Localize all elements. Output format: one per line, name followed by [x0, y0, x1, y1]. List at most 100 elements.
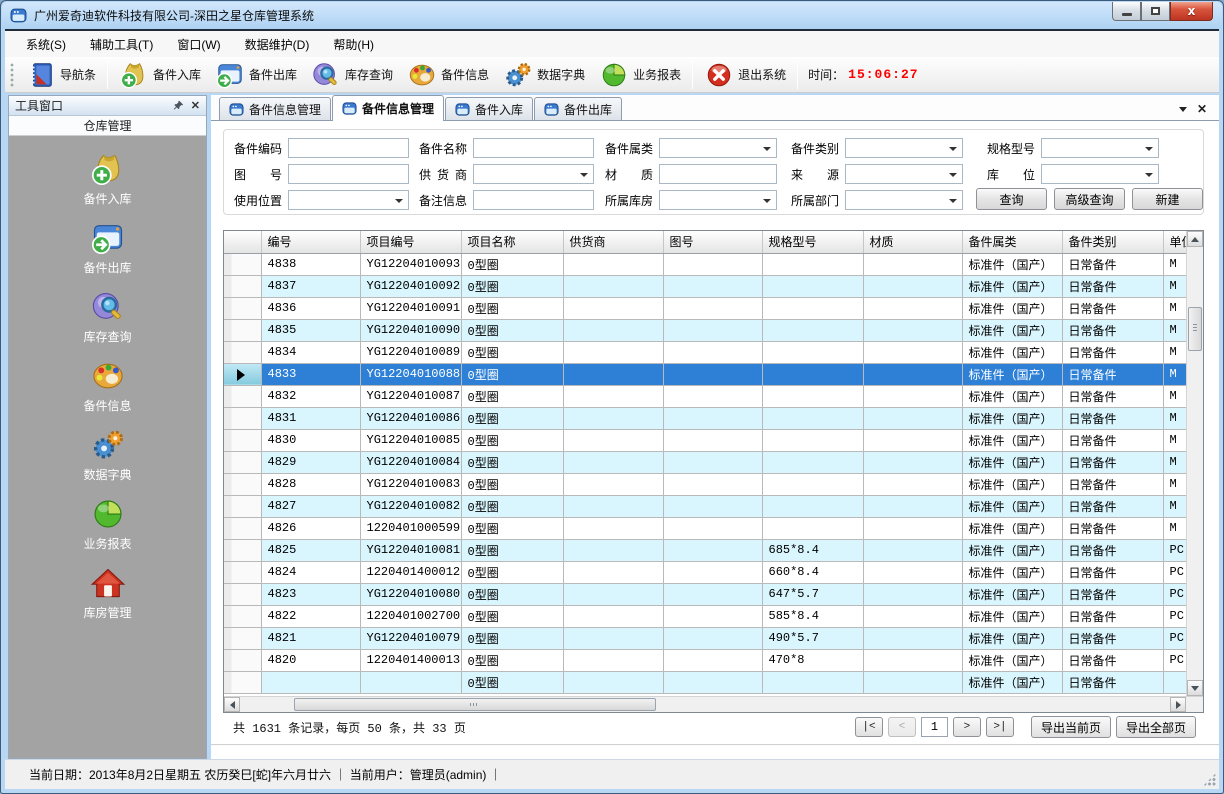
cell-drawing	[663, 605, 762, 627]
tab-3[interactable]: 备件入库	[445, 97, 533, 120]
column-header-drawing[interactable]: 图号	[663, 231, 762, 253]
column-header-name[interactable]: 项目名称	[461, 231, 563, 253]
sidebar-item-business-report[interactable]: 业务报表	[9, 496, 206, 552]
sidebar-item-parts-in[interactable]: 备件入库	[9, 151, 206, 207]
field-3-4-combo[interactable]	[845, 190, 963, 210]
toolbar-business-report-button[interactable]: 业务报表	[592, 59, 688, 91]
column-header-category[interactable]: 备件类别	[1062, 231, 1163, 253]
field-1-4-combo[interactable]	[845, 138, 963, 158]
table-row[interactable]: 4830YG122040100850型圈标准件（国产）日常备件M	[224, 429, 1186, 451]
table-row[interactable]: 4834YG122040100890型圈标准件（国产）日常备件M	[224, 341, 1186, 363]
first-page-button[interactable]: |<	[855, 717, 883, 737]
table-row[interactable]: 4836YG122040100910型圈标准件（国产）日常备件M	[224, 297, 1186, 319]
sidebar-item-parts-info[interactable]: 备件信息	[9, 358, 206, 414]
vertical-scroll-thumb[interactable]	[1188, 307, 1202, 351]
table-row[interactable]: 482612204010005990型圈标准件（国产）日常备件M	[224, 517, 1186, 539]
toolbar-parts-in-button[interactable]: 备件入库	[112, 59, 208, 91]
column-header-material[interactable]: 材质	[863, 231, 962, 253]
sidebar-item-warehouse-mgmt[interactable]: 库房管理	[9, 565, 206, 621]
cell-attr: 标准件（国产）	[962, 363, 1062, 385]
toolbar-stock-query-button[interactable]: 库存查询	[304, 59, 400, 91]
menu-item-4[interactable]: 数据维护(D)	[233, 32, 322, 57]
close-button[interactable]: x	[1170, 2, 1213, 21]
field-2-3-input[interactable]	[659, 164, 777, 184]
query-button[interactable]: 查询	[976, 188, 1047, 210]
vertical-scrollbar[interactable]	[1186, 231, 1203, 696]
scroll-left-button[interactable]	[224, 697, 240, 712]
scroll-up-button[interactable]	[1187, 231, 1203, 247]
tab-2[interactable]: 备件信息管理	[332, 95, 444, 121]
pin-icon[interactable]	[173, 100, 184, 111]
maximize-button[interactable]	[1141, 2, 1170, 21]
sidebar-close-icon[interactable]: ✕	[191, 99, 200, 112]
table-row[interactable]: 4837YG122040100920型圈标准件（国产）日常备件M	[224, 275, 1186, 297]
sidebar-item-stock-query[interactable]: 库存查询	[9, 289, 206, 345]
column-header-attr[interactable]: 备件属类	[962, 231, 1062, 253]
tab-list-button[interactable]	[1179, 107, 1187, 112]
new-button[interactable]: 新建	[1132, 188, 1203, 210]
field-1-3-combo[interactable]	[659, 138, 777, 158]
column-header-id[interactable]: 编号	[261, 231, 360, 253]
field-3-2-input[interactable]	[473, 190, 594, 210]
last-page-button[interactable]: >|	[986, 717, 1014, 737]
sidebar-item-parts-out[interactable]: 备件出库	[9, 220, 206, 276]
toolbar-nav-bar-button[interactable]: 导航条	[19, 59, 103, 91]
field-3-1-combo[interactable]	[288, 190, 409, 210]
field-2-5-combo[interactable]	[1041, 164, 1159, 184]
prev-page-button[interactable]: <	[888, 717, 916, 737]
column-header-unit[interactable]: 单位	[1163, 231, 1186, 253]
toolbar-parts-out-button[interactable]: 备件出库	[208, 59, 304, 91]
toolbar-parts-info-button[interactable]: 备件信息	[400, 59, 496, 91]
horizontal-scroll-thumb[interactable]	[294, 698, 656, 711]
field-label: 备件编码	[234, 140, 282, 157]
export-all-pages-button[interactable]: 导出全部页	[1116, 716, 1196, 738]
field-1-2-input[interactable]	[473, 138, 594, 158]
horizontal-scrollbar[interactable]	[224, 697, 1186, 712]
field-1-5-combo[interactable]	[1041, 138, 1159, 158]
table-row[interactable]: 4833YG122040100880型圈标准件（国产）日常备件M	[224, 363, 1186, 385]
next-page-button[interactable]: >	[953, 717, 981, 737]
table-row[interactable]: 4821YG122040100790型圈490*5.7标准件（国产）日常备件PC	[224, 627, 1186, 649]
table-row[interactable]: 4835YG122040100900型圈标准件（国产）日常备件M	[224, 319, 1186, 341]
menu-item-3[interactable]: 窗口(W)	[165, 32, 232, 57]
field-2-4-combo[interactable]	[845, 164, 963, 184]
field-2-1-input[interactable]	[288, 164, 409, 184]
row-selector-cell	[224, 297, 261, 319]
column-header-project_no[interactable]: 项目编号	[360, 231, 461, 253]
table-row[interactable]: 482012204014000130型圈470*8标准件（国产）日常备件PC	[224, 649, 1186, 671]
menu-item-2[interactable]: 辅助工具(T)	[78, 32, 165, 57]
toolbar-gripper[interactable]	[9, 62, 19, 88]
field-2-2-combo[interactable]	[473, 164, 594, 184]
table-row[interactable]: 482412204014000120型圈660*8.4标准件（国产）日常备件PC	[224, 561, 1186, 583]
sidebar-item-data-dict[interactable]: 数据字典	[9, 427, 206, 483]
table-row[interactable]: 482212204010027000型圈585*8.4标准件（国产）日常备件PC	[224, 605, 1186, 627]
table-row[interactable]: 4831YG122040100860型圈标准件（国产）日常备件M	[224, 407, 1186, 429]
minimize-button[interactable]	[1112, 2, 1141, 21]
toolbar-exit-system-button[interactable]: 退出系统	[697, 59, 793, 91]
table-row[interactable]: 4838YG122040100930型圈标准件（国产）日常备件M	[224, 253, 1186, 275]
field-3-3-combo[interactable]	[659, 190, 777, 210]
vertical-scroll-track[interactable]	[1187, 247, 1203, 680]
table-row[interactable]: 4829YG122040100840型圈标准件（国产）日常备件M	[224, 451, 1186, 473]
scroll-right-button[interactable]	[1170, 697, 1186, 712]
table-row[interactable]: 4827YG122040100820型圈标准件（国产）日常备件M	[224, 495, 1186, 517]
advanced-query-button[interactable]: 高级查询	[1054, 188, 1125, 210]
page-number-input[interactable]	[921, 717, 948, 737]
export-current-page-button[interactable]: 导出当前页	[1031, 716, 1111, 738]
field-1-1-input[interactable]	[288, 138, 409, 158]
toolbar-data-dict-button[interactable]: 数据字典	[496, 59, 592, 91]
column-header-spec[interactable]: 规格型号	[762, 231, 863, 253]
menu-item-5[interactable]: 帮助(H)	[321, 32, 386, 57]
resize-grip[interactable]	[1203, 773, 1216, 786]
table-row[interactable]: 4828YG122040100830型圈标准件（国产）日常备件M	[224, 473, 1186, 495]
horizontal-scroll-track[interactable]	[240, 697, 1170, 712]
tab-close-button[interactable]: ✕	[1197, 104, 1207, 114]
column-header-supplier[interactable]: 供货商	[563, 231, 663, 253]
tab-1[interactable]: 备件信息管理	[219, 97, 331, 120]
table-row[interactable]: 4832YG122040100870型圈标准件（国产）日常备件M	[224, 385, 1186, 407]
scroll-down-button[interactable]	[1187, 680, 1203, 696]
menu-item-1[interactable]: 系统(S)	[14, 32, 78, 57]
tab-4[interactable]: 备件出库	[534, 97, 622, 120]
table-row[interactable]: 4825YG122040100810型圈685*8.4标准件（国产）日常备件PC	[224, 539, 1186, 561]
table-row[interactable]: 4823YG122040100800型圈647*5.7标准件（国产）日常备件PC	[224, 583, 1186, 605]
